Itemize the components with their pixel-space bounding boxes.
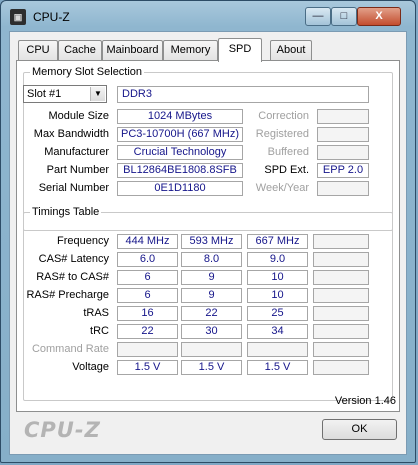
tras-label: tRAS xyxy=(83,307,109,319)
registered-label: Registered xyxy=(255,128,309,140)
voltage-value-2: 1.5 V xyxy=(181,360,242,375)
manufacturer-label: Manufacturer xyxy=(44,146,109,158)
tab-cpu[interactable]: CPU xyxy=(18,40,58,60)
voltage-value-1: 1.5 V xyxy=(117,360,178,375)
tras-value-4 xyxy=(313,306,369,321)
frequency-value-3: 667 MHz xyxy=(247,234,308,249)
ras-to-cas-value-1: 6 xyxy=(117,270,178,285)
manufacturer-value: Crucial Technology xyxy=(117,145,243,160)
command-rate-value-3 xyxy=(247,342,308,357)
week-year-value xyxy=(317,181,369,196)
cas-latency-value-4 xyxy=(313,252,369,267)
max-bandwidth-label: Max Bandwidth xyxy=(33,128,109,140)
ras-precharge-label: RAS# Precharge xyxy=(26,289,109,301)
voltage-value-3: 1.5 V xyxy=(247,360,308,375)
voltage-value-4 xyxy=(313,360,369,375)
ok-button[interactable]: OK xyxy=(322,419,397,440)
buffered-value xyxy=(317,145,369,160)
trc-value-2: 30 xyxy=(181,324,242,339)
maximize-button[interactable]: □ xyxy=(331,7,357,26)
cas-latency-value-2: 8.0 xyxy=(181,252,242,267)
ras-to-cas-value-3: 10 xyxy=(247,270,308,285)
ras-to-cas-label: RAS# to CAS# xyxy=(36,271,109,283)
module-size-label: Module Size xyxy=(48,110,109,122)
tab-memory[interactable]: Memory xyxy=(163,40,218,60)
correction-label: Correction xyxy=(258,110,309,122)
timings-legend: Timings Table xyxy=(32,206,100,218)
part-number-value: BL12864BE1808.8SFB xyxy=(117,163,243,178)
module-size-value: 1024 MBytes xyxy=(117,109,243,124)
serial-number-label: Serial Number xyxy=(38,182,109,194)
ras-to-cas-value-4 xyxy=(313,270,369,285)
memory-slot-legend: Memory Slot Selection xyxy=(32,66,143,78)
week-year-label: Week/Year xyxy=(255,182,309,194)
tab-cache[interactable]: Cache xyxy=(58,40,102,60)
ras-to-cas-value-2: 9 xyxy=(181,270,242,285)
cas-latency-label: CAS# Latency xyxy=(38,253,109,265)
window-title: CPU-Z xyxy=(33,10,70,24)
voltage-label: Voltage xyxy=(72,361,109,373)
spd-panel: Memory Slot Selection Slot #1 ▼ DDR3 Mod… xyxy=(16,60,400,412)
ras-precharge-value-1: 6 xyxy=(117,288,178,303)
slot-select-value: Slot #1 xyxy=(27,88,62,100)
close-button[interactable]: X xyxy=(357,7,401,26)
command-rate-value-2 xyxy=(181,342,242,357)
cas-latency-value-1: 6.0 xyxy=(117,252,178,267)
serial-number-value: 0E1D1180 xyxy=(117,181,243,196)
tras-value-2: 22 xyxy=(181,306,242,321)
command-rate-value-4 xyxy=(313,342,369,357)
tras-value-3: 25 xyxy=(247,306,308,321)
trc-value-1: 22 xyxy=(117,324,178,339)
title-bar[interactable]: ▣ CPU-Z — □ X xyxy=(1,1,415,31)
spd-ext-value: EPP 2.0 xyxy=(317,163,369,178)
command-rate-value-1 xyxy=(117,342,178,357)
frequency-value-2: 593 MHz xyxy=(181,234,242,249)
spd-ext-label: SPD Ext. xyxy=(264,164,309,176)
slot-select[interactable]: Slot #1 ▼ xyxy=(23,85,107,103)
part-number-label: Part Number xyxy=(46,164,109,176)
max-bandwidth-value: PC3-10700H (667 MHz) xyxy=(117,127,243,142)
version-label: Version 1.46 xyxy=(334,395,396,407)
command-rate-label: Command Rate xyxy=(31,343,109,355)
cpu-z-window: ▣ CPU-Z — □ X CPU Cache Mainboard Memory… xyxy=(0,0,416,463)
tab-mainboard[interactable]: Mainboard xyxy=(102,40,163,60)
frequency-label: Frequency xyxy=(57,235,109,247)
chevron-down-icon[interactable]: ▼ xyxy=(90,87,105,101)
cas-latency-value-3: 9.0 xyxy=(247,252,308,267)
tab-about[interactable]: About xyxy=(270,40,312,60)
frequency-value-4 xyxy=(313,234,369,249)
registered-value xyxy=(317,127,369,142)
client-area: CPU Cache Mainboard Memory SPD About Mem… xyxy=(9,31,407,455)
ras-precharge-value-2: 9 xyxy=(181,288,242,303)
trc-label: tRC xyxy=(90,325,109,337)
frequency-value-1: 444 MHz xyxy=(117,234,178,249)
tras-value-1: 16 xyxy=(117,306,178,321)
buffered-label: Buffered xyxy=(267,146,309,158)
trc-value-4 xyxy=(313,324,369,339)
cpu-z-app-icon: ▣ xyxy=(10,9,26,25)
tab-spd[interactable]: SPD xyxy=(218,38,262,62)
ras-precharge-value-4 xyxy=(313,288,369,303)
minimize-button[interactable]: — xyxy=(305,7,331,26)
cpu-z-brand-logo: CPU-Z xyxy=(24,418,101,442)
memory-type-field: DDR3 xyxy=(117,86,369,103)
ras-precharge-value-3: 10 xyxy=(247,288,308,303)
correction-value xyxy=(317,109,369,124)
trc-value-3: 34 xyxy=(247,324,308,339)
